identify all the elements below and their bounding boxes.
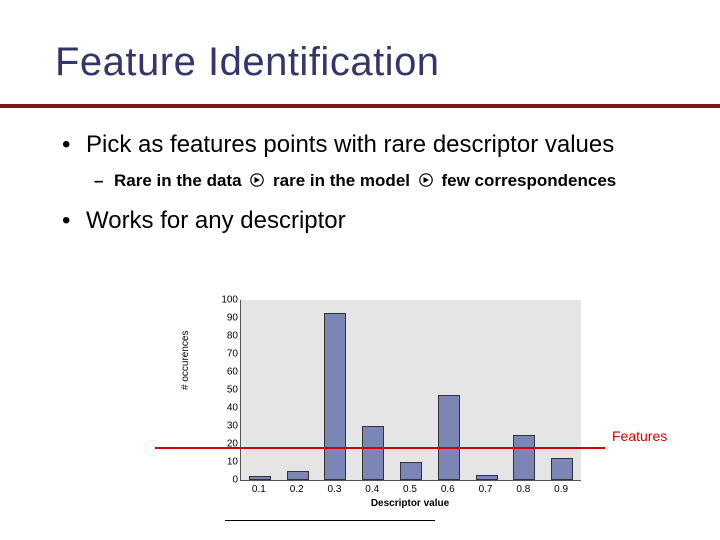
x-tick: 0.3 xyxy=(327,484,341,495)
plot-area xyxy=(240,300,581,481)
x-tick: 0.8 xyxy=(516,484,530,495)
x-tick: 0.1 xyxy=(252,484,266,495)
x-tick: 0.6 xyxy=(441,484,455,495)
threshold-line xyxy=(155,447,605,449)
y-tick: 0 xyxy=(210,475,238,486)
histogram-bar xyxy=(287,471,309,480)
implies-icon xyxy=(250,171,264,192)
histogram-bar xyxy=(438,395,460,480)
y-axis-label: # occurences xyxy=(180,331,191,390)
y-tick: 10 xyxy=(210,457,238,468)
histogram-bar xyxy=(362,426,384,480)
x-axis-label: Descriptor value xyxy=(240,498,580,509)
histogram-bar xyxy=(476,475,498,480)
sub-part-b: rare in the model xyxy=(273,171,410,190)
histogram-bar xyxy=(551,458,573,480)
histogram-chart: # occurences Descriptor value 0102030405… xyxy=(190,300,590,520)
slide: Feature Identification Pick as features … xyxy=(0,0,720,540)
y-tick: 100 xyxy=(210,295,238,306)
histogram-bar xyxy=(324,313,346,480)
title-rule xyxy=(0,104,720,108)
chart-underline xyxy=(225,520,435,521)
x-tick: 0.9 xyxy=(554,484,568,495)
bullet-list: Pick as features points with rare descri… xyxy=(62,130,665,242)
y-tick: 70 xyxy=(210,349,238,360)
y-tick: 40 xyxy=(210,403,238,414)
y-tick: 80 xyxy=(210,331,238,342)
bullet-2: Works for any descriptor xyxy=(62,206,665,236)
x-tick: 0.2 xyxy=(290,484,304,495)
histogram-bar xyxy=(249,476,271,480)
sub-part-c: few correspondences xyxy=(441,171,616,190)
x-tick: 0.5 xyxy=(403,484,417,495)
features-label: Features xyxy=(612,428,667,444)
sub-part-a: Rare in the data xyxy=(114,171,242,190)
slide-title: Feature Identification xyxy=(55,40,440,85)
x-tick: 0.4 xyxy=(365,484,379,495)
y-tick: 60 xyxy=(210,367,238,378)
y-tick: 90 xyxy=(210,313,238,324)
histogram-bar xyxy=(400,462,422,480)
y-tick: 50 xyxy=(210,385,238,396)
y-tick: 30 xyxy=(210,421,238,432)
bullet-1: Pick as features points with rare descri… xyxy=(62,130,665,160)
x-tick: 0.7 xyxy=(479,484,493,495)
sub-bullet-1: Rare in the data rare in the model few c… xyxy=(94,170,665,192)
histogram-bar xyxy=(513,435,535,480)
implies-icon xyxy=(419,171,433,192)
